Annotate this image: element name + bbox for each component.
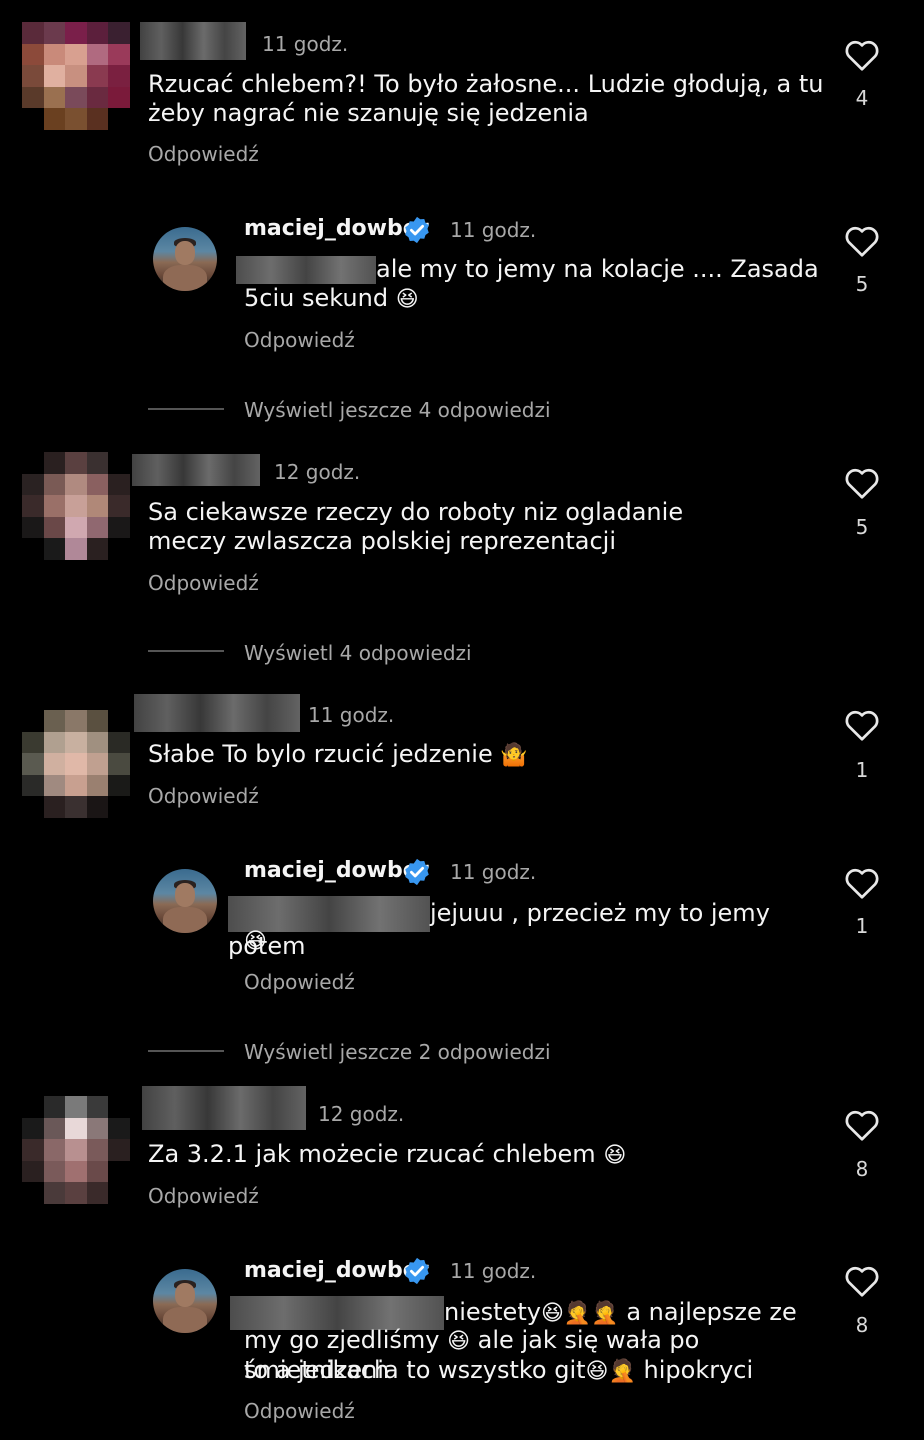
avatar[interactable] (22, 1096, 130, 1204)
reply-username[interactable]: maciej_dowbor (244, 216, 429, 241)
reply-time: 11 godz. (450, 860, 537, 884)
laughing-emoji-icon: 😆 (395, 286, 419, 312)
reply-button[interactable]: Odpowiedź (244, 1399, 355, 1423)
reply-text-line3-row: to a jedzenia to wszystko git😆🤦 hipokryc… (244, 1356, 834, 1386)
facepalm-emoji-icon: 🤦 (591, 1300, 619, 1326)
like-count: 4 (855, 86, 869, 110)
username-redacted[interactable] (134, 694, 300, 732)
heart-icon[interactable] (844, 708, 880, 742)
comment-text: Sa ciekawsze rzeczy do roboty niz oglada… (148, 498, 684, 555)
reply-text-line2: my go zjedliśmy (244, 1326, 440, 1354)
reply-text-line1-end: a najlepsze ze (626, 1298, 797, 1326)
reply-text-line3-end: hipokryci (643, 1356, 754, 1384)
mention-redacted[interactable] (230, 1296, 444, 1330)
divider (148, 650, 224, 652)
reply-button[interactable]: Odpowiedź (148, 571, 259, 595)
comment-text-body: Słabe To bylo rzucić jedzenie (148, 740, 493, 768)
heart-icon[interactable] (844, 466, 880, 500)
facepalm-emoji-icon: 🤦 (563, 1300, 592, 1326)
reply-button[interactable]: Odpowiedź (148, 784, 259, 808)
comment-time: 11 godz. (308, 703, 395, 727)
view-more-replies-button[interactable]: Wyświetl jeszcze 4 odpowiedzi (244, 398, 551, 422)
shrug-emoji-icon: 🤷 (500, 742, 528, 768)
reply-text-line3: to a jedzenia to wszystko git (244, 1356, 586, 1384)
username-redacted[interactable] (142, 1086, 306, 1130)
reply-username[interactable]: maciej_dowbor (244, 1258, 429, 1283)
avatar[interactable] (22, 710, 130, 818)
view-more-replies-button[interactable]: Wyświetl 4 odpowiedzi (244, 641, 472, 665)
laughing-emoji-icon: 😆 (447, 1328, 471, 1354)
reply-text-line1: niestety (444, 1298, 541, 1326)
reply-text: ale my to jemy na kolacje .... Zasada (236, 255, 826, 284)
like-count: 8 (855, 1157, 869, 1181)
reply-text-line2-row: 😆 (244, 926, 267, 956)
verified-badge-icon (405, 858, 429, 886)
heart-icon[interactable] (844, 1264, 880, 1298)
verified-badge-icon (405, 216, 429, 244)
avatar[interactable] (153, 869, 217, 933)
heart-icon[interactable] (844, 38, 880, 72)
laughing-emoji-icon: 😆 (585, 1358, 609, 1384)
reply-button[interactable]: Odpowiedź (244, 328, 355, 352)
laughing-emoji-icon: 😆 (244, 928, 267, 954)
divider (148, 1050, 224, 1052)
reply-time: 11 godz. (450, 218, 537, 242)
avatar[interactable] (22, 452, 130, 560)
comment-time: 12 godz. (318, 1102, 405, 1126)
like-count: 1 (855, 914, 869, 938)
comment-time: 12 godz. (274, 460, 361, 484)
laughing-emoji-icon: 😆 (603, 1142, 627, 1168)
mention-redacted[interactable] (236, 256, 376, 284)
comment-text: Słabe To bylo rzucić jedzenie 🤷 (148, 740, 748, 770)
like-count: 1 (855, 758, 869, 782)
reply-text-line1: ale my to jemy na kolacje .... Zasada (376, 255, 819, 283)
avatar[interactable] (153, 227, 217, 291)
comment-time: 11 godz. (262, 32, 349, 56)
heart-icon[interactable] (844, 866, 880, 900)
heart-icon[interactable] (844, 1108, 880, 1142)
reply-text-line2-row: 5ciu sekund 😆 (244, 284, 419, 314)
heart-icon[interactable] (844, 224, 880, 258)
verified-badge-icon (405, 1257, 429, 1285)
reply-text: jejuuu , przecież my to jemy potem (228, 896, 828, 961)
reply-time: 11 godz. (450, 1259, 537, 1283)
like-count: 5 (855, 515, 869, 539)
reply-text-line1-row: niestety😆🤦🤦 a najlepsze ze (230, 1296, 830, 1330)
like-count: 8 (855, 1313, 869, 1337)
avatar[interactable] (153, 1269, 217, 1333)
comment-text-body: Za 3.2.1 jak możecie rzucać chlebem (148, 1140, 596, 1168)
like-count: 5 (855, 272, 869, 296)
divider (148, 408, 224, 410)
laughing-emoji-icon: 😆 (540, 1300, 564, 1326)
facepalm-emoji-icon: 🤦 (608, 1358, 636, 1384)
reply-username[interactable]: maciej_dowbor (244, 858, 429, 883)
view-more-replies-button[interactable]: Wyświetl jeszcze 2 odpowiedzi (244, 1040, 551, 1064)
reply-button[interactable]: Odpowiedź (244, 970, 355, 994)
username-redacted[interactable] (140, 22, 246, 60)
avatar[interactable] (22, 22, 130, 130)
comment-text: Rzucać chlebem?! To było żałosne... Ludz… (148, 70, 824, 127)
username-redacted[interactable] (132, 454, 260, 486)
reply-button[interactable]: Odpowiedź (148, 142, 259, 166)
comment-text: Za 3.2.1 jak możecie rzucać chlebem 😆 (148, 1140, 748, 1170)
reply-text-line2: 5ciu sekund (244, 284, 389, 312)
reply-button[interactable]: Odpowiedź (148, 1184, 259, 1208)
